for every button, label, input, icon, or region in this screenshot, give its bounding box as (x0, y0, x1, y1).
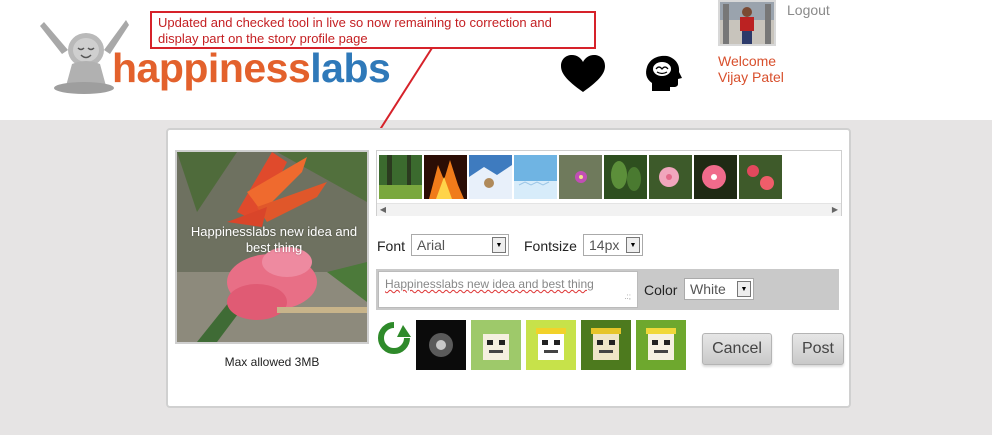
caption-textarea[interactable]: Happinesslabs new idea and best thing .:… (378, 271, 638, 308)
gallery-thumb-red-flowers[interactable] (739, 155, 782, 199)
caption-text: Happinesslabs new idea and best thing (385, 277, 594, 291)
gallery-thumb-fire[interactable] (424, 155, 467, 199)
heart-icon[interactable] (560, 55, 606, 93)
chevron-down-icon[interactable]: ▼ (492, 237, 506, 253)
user-name[interactable]: Vijay Patel (718, 69, 784, 85)
gallery-scrollbar[interactable]: ◀ ▶ (377, 203, 841, 216)
welcome-text: Welcome Vijay Patel (718, 53, 784, 85)
gallery-thumb-forest[interactable] (379, 155, 422, 199)
filter-thumb-vivid[interactable] (636, 320, 686, 370)
gallery-thumb-flower-purple[interactable] (559, 155, 602, 199)
logo-text[interactable]: happinesslabs (112, 44, 391, 92)
cancel-button[interactable]: Cancel (702, 333, 772, 365)
filter-thumb-bright[interactable] (526, 320, 576, 370)
gallery-thumb-hibiscus[interactable] (694, 155, 737, 199)
post-button[interactable]: Post (792, 333, 844, 365)
annotation-box: Updated and checked tool in live so now … (150, 11, 596, 49)
chevron-down-icon[interactable]: ▼ (626, 237, 640, 253)
max-size-label: Max allowed 3MB (224, 355, 320, 369)
font-label: Font (377, 238, 406, 254)
gallery-thumb-snow[interactable] (469, 155, 512, 199)
font-select[interactable]: Arial ▼ (411, 234, 509, 256)
logo-text-happiness: happiness (112, 45, 311, 91)
preview-caption[interactable]: Happinesslabs new idea and best thing (181, 224, 367, 256)
color-select[interactable]: White ▼ (684, 278, 754, 300)
user-avatar[interactable] (718, 0, 776, 46)
text-options-bar: Happinesslabs new idea and best thing .:… (376, 269, 839, 310)
welcome-label: Welcome (718, 53, 777, 69)
gallery-thumb-flower-pink[interactable] (649, 155, 692, 199)
fontsize-select-value: 14px (589, 237, 620, 253)
fontsize-select[interactable]: 14px ▼ (583, 234, 643, 256)
scroll-left-icon[interactable]: ◀ (377, 204, 389, 216)
filter-thumb-warm[interactable] (581, 320, 631, 370)
resize-handle-icon[interactable]: .:; (624, 290, 631, 304)
fontsize-label: Fontsize (524, 238, 577, 254)
chevron-down-icon[interactable]: ▼ (737, 281, 751, 297)
logout-link[interactable]: Logout (787, 2, 830, 18)
font-select-value: Arial (417, 237, 446, 253)
filter-thumb-original[interactable] (471, 320, 521, 370)
background-gallery[interactable]: ◀ ▶ (376, 150, 842, 216)
logo-text-labs: labs (310, 45, 391, 91)
gallery-thumb-leaves[interactable] (604, 155, 647, 199)
gallery-thumb-ice[interactable] (514, 155, 557, 199)
head-icon[interactable] (644, 55, 682, 93)
refresh-icon[interactable] (377, 321, 411, 355)
filter-options (416, 320, 686, 370)
color-select-value: White (690, 281, 726, 297)
scroll-right-icon[interactable]: ▶ (829, 204, 841, 216)
filter-thumb-dark[interactable] (416, 320, 466, 370)
color-label: Color (644, 282, 678, 298)
image-preview: Happinesslabs new idea and best thing (175, 150, 369, 344)
